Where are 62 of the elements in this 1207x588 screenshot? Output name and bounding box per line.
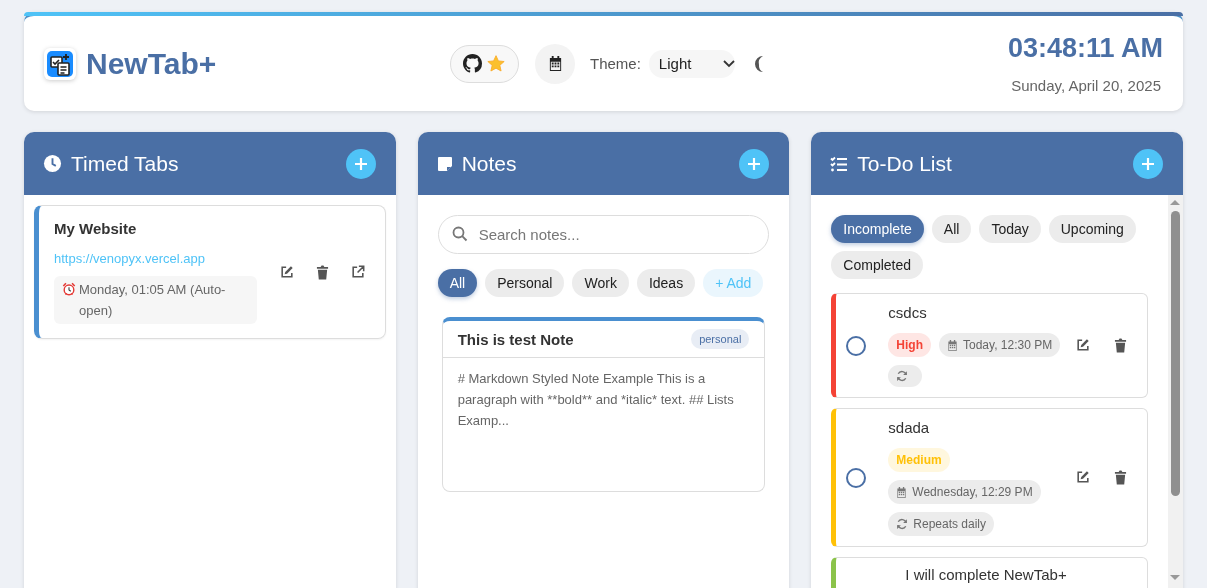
note-preview: # Markdown Styled Note Example This is a paragraph with **bold** and *italic* text. ## Lists Examp... — [456, 370, 735, 430]
filter-chip[interactable]: Personal — [485, 269, 565, 297]
trash-icon[interactable] — [315, 264, 329, 280]
panel-title: Notes — [461, 151, 517, 176]
filter-chip[interactable]: Today — [979, 215, 1041, 243]
panel-title: Timed Tabs — [71, 151, 179, 176]
edit-icon[interactable] — [1076, 470, 1090, 484]
filter-chip[interactable]: Ideas — [636, 269, 696, 297]
filter-chip[interactable]: Incomplete — [831, 215, 924, 243]
plus-icon — [747, 156, 762, 171]
task-checkbox[interactable] — [846, 335, 867, 356]
clock-icon — [43, 154, 62, 173]
add-button[interactable] — [739, 148, 770, 179]
task-title: sdada — [888, 419, 931, 436]
app-title: NewTab+ — [86, 46, 217, 81]
filter-chip[interactable]: Upcoming — [1048, 215, 1136, 243]
note-tag: personal — [691, 329, 750, 349]
task-checkbox[interactable] — [846, 467, 867, 488]
edit-icon[interactable] — [279, 264, 294, 279]
due-date-chip: Today, 12:30 PM — [939, 333, 1061, 357]
chevron-down-icon — [722, 59, 735, 68]
add-button[interactable] — [345, 148, 376, 179]
note-card[interactable]: This is test Note personal # Markdown Styled Note Example This is a paragraph with **bold** and *italic* text. ## Lists Examp... — [441, 317, 766, 492]
priority-tag: High — [888, 333, 931, 357]
filter-chip[interactable]: All — [437, 269, 478, 297]
plus-icon — [353, 156, 368, 171]
checklist-icon — [830, 155, 849, 172]
repeat-chip: Repeats daily — [888, 512, 995, 536]
task-title: I will complete NewTab+ — [905, 566, 1068, 583]
refresh-icon — [896, 518, 909, 530]
clock-date: Sunday, April 20, 2025 — [1011, 77, 1161, 94]
star-icon — [486, 53, 506, 74]
schedule-text: Monday, 01:05 AM (Auto-open) — [79, 281, 227, 320]
calendar-button[interactable] — [535, 43, 575, 84]
plus-icon — [1141, 156, 1155, 171]
edit-icon[interactable] — [1076, 338, 1090, 352]
trash-icon[interactable] — [1114, 338, 1127, 353]
theme-label: Theme: — [590, 55, 641, 72]
due-date-chip: Wednesday, 12:29 PM — [888, 480, 1041, 504]
alarm-clock-icon — [62, 282, 76, 296]
filter-chip[interactable]: Completed — [831, 251, 924, 279]
note-title: This is test Note — [457, 330, 574, 348]
clock-time: 03:48:11 AM — [1007, 33, 1163, 64]
calendar-icon — [896, 486, 908, 498]
theme-select[interactable]: Light — [648, 49, 735, 78]
filter-chip[interactable]: All — [931, 215, 972, 243]
tab-title: My Website — [54, 220, 138, 237]
priority-tag: Medium — [888, 448, 950, 472]
search-field[interactable]: Search notes... — [437, 215, 770, 254]
task-title: csdcs — [888, 304, 928, 321]
note-icon — [436, 155, 453, 172]
calendar-icon — [947, 339, 958, 351]
github-icon — [463, 54, 482, 73]
calendar-icon — [547, 56, 563, 71]
panel-title: To-Do List — [857, 151, 952, 176]
trash-icon[interactable] — [1114, 470, 1127, 485]
refresh-icon — [896, 370, 909, 382]
add-button[interactable] — [1133, 148, 1163, 179]
github-star-button[interactable] — [450, 44, 519, 83]
filter-chip[interactable]: Work — [572, 269, 629, 297]
scrollbar[interactable] — [1168, 195, 1183, 588]
external-link-icon[interactable] — [350, 264, 365, 279]
